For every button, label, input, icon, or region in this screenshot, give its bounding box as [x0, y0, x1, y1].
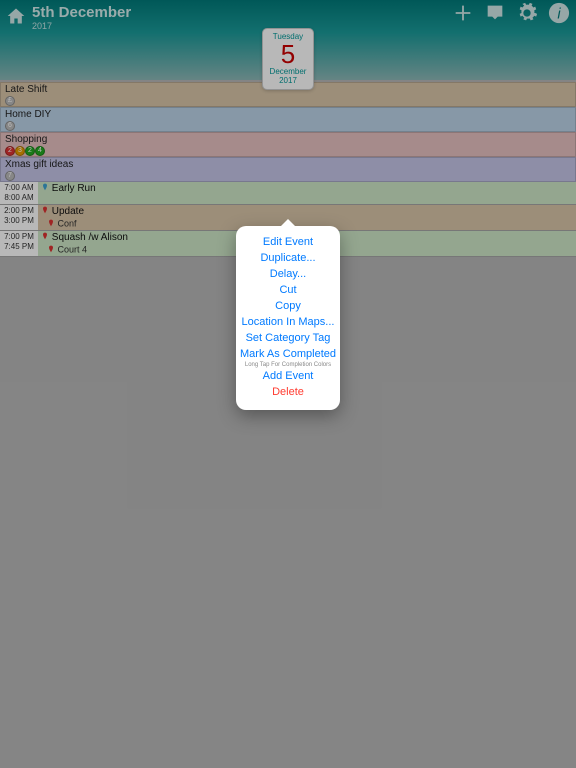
menu-add-event[interactable]: Add Event — [236, 368, 340, 384]
menu-item[interactable]: Copy — [236, 298, 340, 314]
menu-item[interactable]: Delay... — [236, 266, 340, 282]
menu-item[interactable]: Cut — [236, 282, 340, 298]
menu-item[interactable]: Duplicate... — [236, 250, 340, 266]
menu-hint: Long Tap For Completion Colors — [236, 362, 340, 368]
context-menu: Edit EventDuplicate...Delay...CutCopyLoc… — [236, 226, 340, 410]
menu-delete[interactable]: Delete — [236, 384, 340, 400]
menu-item[interactable]: Set Category Tag — [236, 330, 340, 346]
app-root: 5th December 2017 i Tuesday 5 December 2… — [0, 0, 576, 768]
menu-item[interactable]: Edit Event — [236, 234, 340, 250]
menu-item[interactable]: Location In Maps... — [236, 314, 340, 330]
menu-item[interactable]: Mark As Completed — [236, 346, 340, 362]
